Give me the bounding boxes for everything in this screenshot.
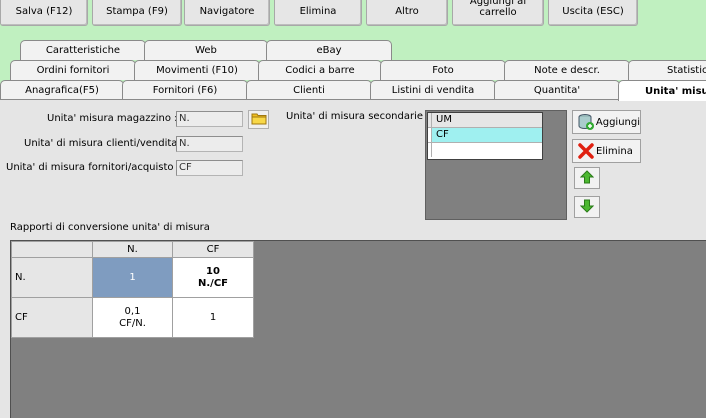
navigator-button[interactable]: Navigatore bbox=[184, 0, 270, 26]
conversion-cell[interactable]: 1 bbox=[172, 297, 254, 338]
tab-quantita[interactable]: Quantita' bbox=[494, 80, 620, 100]
um-list-header[interactable]: UM bbox=[428, 113, 542, 128]
tab-note[interactable]: Note e descr. bbox=[504, 60, 630, 80]
um-list[interactable]: UM CF bbox=[427, 112, 543, 160]
tab-codici-a-barre[interactable]: Codici a barre bbox=[258, 60, 382, 80]
tab-unita-misura[interactable]: Unita' misu bbox=[618, 80, 706, 101]
um-row-label: CF bbox=[436, 129, 449, 140]
magazzino-label: Unita' misura magazzino : bbox=[47, 113, 178, 124]
conversion-cell[interactable]: 10 N./CF bbox=[172, 257, 254, 298]
fornitori-label: Unita' di misura fornitori/acquisto : bbox=[6, 162, 181, 173]
folder-button[interactable] bbox=[248, 110, 269, 129]
save-button[interactable]: Salva (F12) bbox=[0, 0, 88, 26]
toolbar: Salva (F12) Stampa (F9) Navigatore Elimi… bbox=[0, 0, 706, 28]
conversion-table[interactable]: N. CF N. 1 10 N./CF CF 0,1 CF/N. 1 bbox=[11, 241, 254, 338]
clienti-label: Unita' di misura clienti/vendita : bbox=[24, 138, 184, 149]
delete-um-button[interactable]: Elimina bbox=[572, 139, 641, 163]
tab-ordini-fornitori[interactable]: Ordini fornitori bbox=[10, 60, 136, 80]
fornitori-field[interactable]: CF bbox=[176, 160, 243, 176]
magazzino-field[interactable]: N. bbox=[176, 111, 243, 127]
clienti-field[interactable]: N. bbox=[176, 136, 243, 152]
row-header: CF bbox=[11, 297, 93, 338]
conversion-title: Rapporti di conversione unita' di misura bbox=[10, 222, 210, 233]
exit-button[interactable]: Uscita (ESC) bbox=[548, 0, 638, 26]
tab-clienti[interactable]: Clienti bbox=[246, 80, 372, 100]
row-header: N. bbox=[11, 257, 93, 298]
column-header: N. bbox=[92, 241, 173, 258]
folder-icon bbox=[251, 112, 267, 128]
tab-listini[interactable]: Listini di vendita bbox=[370, 80, 496, 100]
add-um-label: Aggiungi bbox=[595, 116, 640, 128]
list-item[interactable]: CF bbox=[428, 128, 542, 143]
conversion-grid-area: N. CF N. 1 10 N./CF CF 0,1 CF/N. 1 bbox=[10, 240, 706, 418]
secondarie-label: Unita' di misura secondarie : bbox=[286, 111, 430, 122]
move-down-button[interactable] bbox=[574, 196, 600, 218]
um-list-panel: UM CF bbox=[425, 110, 567, 220]
tab-anagrafica[interactable]: Anagrafica(F5) bbox=[0, 80, 124, 100]
conversion-cell[interactable]: 0,1 CF/N. bbox=[92, 297, 173, 338]
conversion-cell[interactable]: 1 bbox=[92, 257, 173, 298]
add-database-icon bbox=[576, 113, 596, 131]
delete-button[interactable]: Elimina bbox=[274, 0, 362, 26]
delete-um-label: Elimina bbox=[596, 145, 633, 157]
um-header-label: UM bbox=[436, 114, 452, 125]
print-button[interactable]: Stampa (F9) bbox=[92, 0, 182, 26]
add-um-button[interactable]: Aggiungi bbox=[572, 110, 641, 134]
more-button[interactable]: Altro bbox=[366, 0, 448, 26]
move-up-button[interactable] bbox=[574, 167, 600, 189]
tab-caratteristiche[interactable]: Caratteristiche bbox=[20, 40, 146, 60]
tab-foto[interactable]: Foto bbox=[380, 60, 506, 80]
tab-fornitori[interactable]: Fornitori (F6) bbox=[122, 80, 248, 100]
column-header: CF bbox=[172, 241, 254, 258]
tab-movimenti[interactable]: Movimenti (F10) bbox=[134, 60, 260, 80]
tab-ebay[interactable]: eBay bbox=[266, 40, 392, 60]
corner-cell bbox=[11, 241, 93, 258]
arrow-up-icon bbox=[579, 169, 595, 187]
tab-statistiche[interactable]: Statistich bbox=[628, 60, 706, 80]
arrow-down-icon bbox=[579, 199, 595, 216]
add-to-cart-button[interactable]: Aggiungi al carrello bbox=[452, 0, 544, 26]
delete-x-icon bbox=[576, 143, 596, 159]
list-item[interactable] bbox=[428, 143, 542, 158]
tab-web[interactable]: Web bbox=[144, 40, 268, 60]
